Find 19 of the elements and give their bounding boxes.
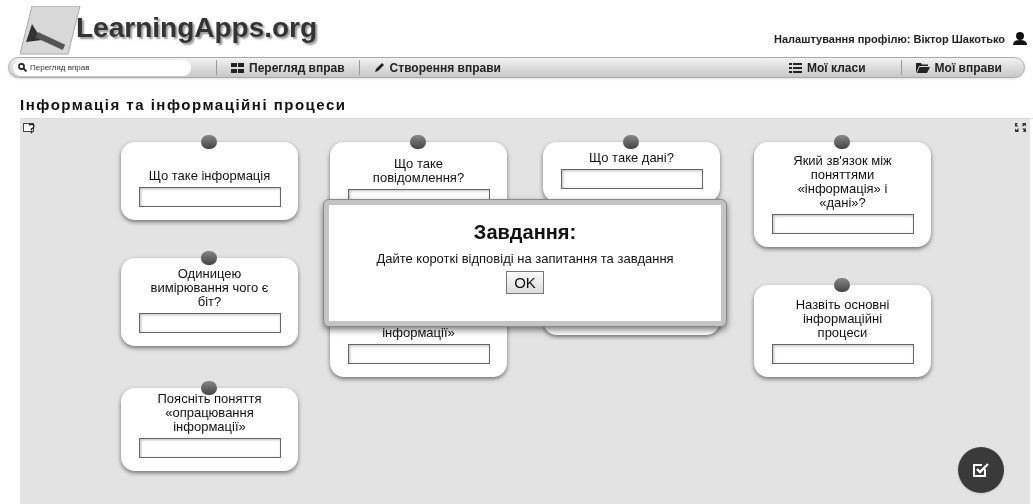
dialog-message: Дайте короткі відповіді на запитання та завдання bbox=[375, 250, 675, 267]
profile-link[interactable]: Налаштування профілю: Віктор Шакотько bbox=[774, 30, 1005, 47]
question-text: Що таке дані? bbox=[589, 151, 674, 165]
logo-text[interactable]: LearningApps.org bbox=[76, 14, 318, 42]
page-title: Інформація та інформаційні процеси bbox=[20, 97, 348, 112]
nav-link[interactable]: Перегляд вправ bbox=[217, 58, 359, 77]
nav-link[interactable]: Мої класи bbox=[754, 58, 901, 77]
question-text: Що таке повідомлення? bbox=[371, 157, 466, 185]
question-text: Поясніть поняття «опрацювання інформації» bbox=[156, 392, 263, 434]
question-text: інформації» bbox=[382, 326, 455, 340]
dialog-title: Завдання: bbox=[473, 222, 577, 242]
search-field[interactable]: Перегляд вправ bbox=[13, 59, 191, 76]
question-text: Який зв'язок між поняттями «інформація» і «дані»? bbox=[792, 154, 893, 210]
ok-button[interactable]: OK bbox=[506, 271, 544, 294]
nav-link[interactable]: Створення вправи bbox=[359, 58, 515, 77]
question-text: Назвіть основні інформаційні процеси bbox=[794, 298, 891, 340]
nav-link[interactable]: Мої вправи bbox=[901, 58, 1016, 77]
question-text: Одиницею вимірювання чого є біт? bbox=[149, 267, 270, 309]
question-text: Що таке інформація bbox=[148, 169, 271, 183]
